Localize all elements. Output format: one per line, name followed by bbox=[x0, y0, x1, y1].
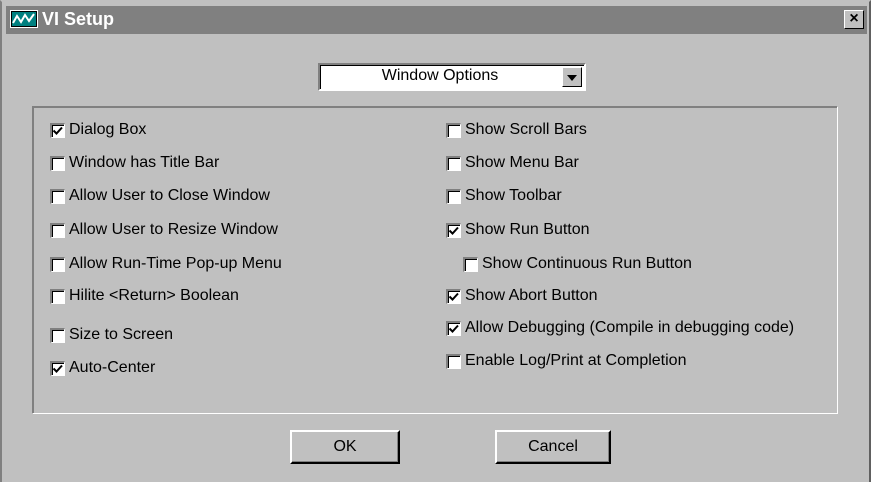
show-scroll-bars-label: Show Scroll Bars bbox=[465, 121, 587, 138]
show-menu-bar-option[interactable]: Show Menu Bar bbox=[446, 152, 579, 174]
show-abort-button-label: Show Abort Button bbox=[465, 287, 598, 304]
hilite-return-boolean-checkbox[interactable] bbox=[50, 288, 65, 304]
show-toolbar-label: Show Toolbar bbox=[465, 187, 562, 204]
checkmark-icon bbox=[448, 292, 459, 301]
close-button[interactable]: × bbox=[844, 10, 864, 29]
show-run-button-label: Show Run Button bbox=[465, 221, 590, 238]
enable-log-print-checkbox[interactable] bbox=[446, 353, 461, 369]
labview-app-icon bbox=[10, 10, 38, 28]
allow-resize-window-checkbox[interactable] bbox=[50, 222, 65, 238]
show-abort-button-option[interactable]: Show Abort Button bbox=[446, 285, 598, 307]
dropdown-arrow-button[interactable] bbox=[562, 67, 582, 87]
chevron-down-icon bbox=[567, 75, 577, 81]
size-to-screen-option[interactable]: Size to Screen bbox=[50, 324, 173, 346]
dialog-box-checkbox[interactable] bbox=[50, 122, 65, 138]
allow-popup-menu-option[interactable]: Allow Run-Time Pop-up Menu bbox=[50, 253, 282, 275]
show-abort-button-checkbox[interactable] bbox=[446, 288, 461, 304]
allow-debugging-checkbox[interactable] bbox=[446, 320, 461, 336]
window-has-title-bar-checkbox[interactable] bbox=[50, 155, 65, 171]
category-dropdown-value: Window Options bbox=[381, 67, 499, 84]
show-continuous-run-button-label: Show Continuous Run Button bbox=[482, 255, 692, 272]
show-toolbar-checkbox[interactable] bbox=[446, 188, 461, 204]
ok-button[interactable]: OK bbox=[290, 430, 400, 464]
show-run-button-option[interactable]: Show Run Button bbox=[446, 219, 590, 241]
window-title: VI Setup bbox=[42, 9, 115, 29]
allow-popup-menu-checkbox[interactable] bbox=[50, 256, 65, 272]
window-has-title-bar-option[interactable]: Window has Title Bar bbox=[50, 152, 219, 174]
show-continuous-run-button-checkbox[interactable] bbox=[463, 256, 478, 272]
checkmark-icon bbox=[448, 324, 459, 333]
show-menu-bar-checkbox[interactable] bbox=[446, 155, 461, 171]
title-bar[interactable]: VI Setup × bbox=[6, 6, 867, 34]
auto-center-label: Auto-Center bbox=[69, 359, 156, 376]
show-scroll-bars-checkbox[interactable] bbox=[446, 122, 461, 138]
close-icon: × bbox=[849, 10, 859, 27]
show-run-button-checkbox[interactable] bbox=[446, 222, 461, 238]
allow-resize-window-label: Allow User to Resize Window bbox=[69, 221, 278, 238]
allow-popup-menu-label: Allow Run-Time Pop-up Menu bbox=[69, 255, 282, 272]
dialog-box-option[interactable]: Dialog Box bbox=[50, 119, 146, 141]
hilite-return-boolean-option[interactable]: Hilite <Return> Boolean bbox=[50, 285, 239, 307]
allow-debugging-option[interactable]: Allow Debugging (Compile in debugging co… bbox=[446, 317, 794, 339]
allow-debugging-label: Allow Debugging (Compile in debugging co… bbox=[465, 319, 795, 336]
auto-center-option[interactable]: Auto-Center bbox=[50, 357, 155, 379]
dialog-box-label: Dialog Box bbox=[69, 121, 147, 138]
size-to-screen-label: Size to Screen bbox=[69, 326, 174, 343]
size-to-screen-checkbox[interactable] bbox=[50, 327, 65, 343]
show-toolbar-option[interactable]: Show Toolbar bbox=[446, 185, 562, 207]
enable-log-print-label: Enable Log/Print at Completion bbox=[465, 352, 687, 369]
allow-close-window-option[interactable]: Allow User to Close Window bbox=[50, 185, 270, 207]
checkmark-icon bbox=[52, 126, 63, 135]
checkmark-icon bbox=[52, 364, 63, 373]
enable-log-print-option[interactable]: Enable Log/Print at Completion bbox=[446, 350, 686, 372]
window-has-title-bar-label: Window has Title Bar bbox=[69, 154, 220, 171]
cancel-button[interactable]: Cancel bbox=[495, 430, 611, 464]
checkmark-icon bbox=[448, 226, 459, 235]
hilite-return-boolean-label: Hilite <Return> Boolean bbox=[69, 287, 239, 304]
allow-resize-window-option[interactable]: Allow User to Resize Window bbox=[50, 219, 278, 241]
show-scroll-bars-option[interactable]: Show Scroll Bars bbox=[446, 119, 587, 141]
show-continuous-run-button-option[interactable]: Show Continuous Run Button bbox=[463, 253, 692, 275]
category-dropdown[interactable]: Window Options bbox=[318, 63, 586, 91]
show-menu-bar-label: Show Menu Bar bbox=[465, 154, 579, 171]
allow-close-window-label: Allow User to Close Window bbox=[69, 187, 270, 204]
allow-close-window-checkbox[interactable] bbox=[50, 188, 65, 204]
auto-center-checkbox[interactable] bbox=[50, 360, 65, 376]
vi-setup-dialog: VI Setup × Window Options Dialog Box Win… bbox=[0, 0, 871, 482]
